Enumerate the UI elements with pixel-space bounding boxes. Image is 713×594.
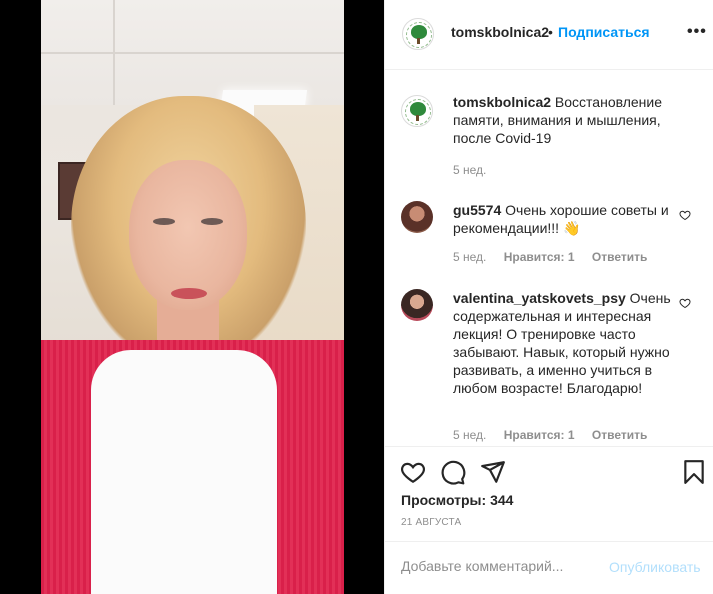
comment-text-block: valentina_yatskovets_psy Очень содержате…	[453, 289, 673, 397]
post-sidebar: tomskbolnica2 • Подписаться ••• tomskbol…	[384, 0, 713, 594]
comment-input[interactable]	[401, 558, 601, 574]
comment-like-heart-icon[interactable]	[679, 209, 691, 221]
video-person-eye-right	[201, 218, 223, 225]
logo-trunk	[416, 115, 419, 121]
caption-username[interactable]: tomskbolnica2	[453, 94, 551, 110]
bookmark-icon[interactable]	[681, 459, 707, 485]
comment-composer: Опубликовать	[385, 541, 713, 594]
comment-item: gu5574 Очень хорошие советы и рекомендац…	[401, 201, 701, 271]
logo-trunk	[417, 38, 420, 44]
comment-text-block: gu5574 Очень хорошие советы и рекомендац…	[453, 201, 673, 237]
comment-like-heart-icon[interactable]	[679, 297, 691, 309]
comment-reply-button[interactable]: Ответить	[592, 428, 647, 442]
comment-item: valentina_yatskovets_psy Очень содержате…	[401, 289, 701, 445]
comment-username[interactable]: gu5574	[453, 202, 501, 218]
views-label: Просмотры:	[401, 492, 487, 508]
caption-time[interactable]: 5 нед.	[453, 163, 486, 177]
header-separator: •	[548, 24, 553, 40]
post-header: tomskbolnica2 • Подписаться •••	[385, 0, 713, 70]
follow-button[interactable]: Подписаться	[558, 24, 650, 40]
post-date[interactable]: 21 АВГУСТА	[401, 517, 461, 528]
heart-icon[interactable]	[400, 459, 426, 485]
more-options-icon[interactable]: •••	[687, 23, 707, 41]
video-person-lips	[171, 288, 207, 299]
comment-username[interactable]: valentina_yatskovets_psy	[453, 290, 626, 306]
views-count: Просмотры: 344	[401, 492, 513, 508]
instagram-post-modal: tomskbolnica2 • Подписаться ••• tomskbol…	[0, 0, 713, 594]
views-value: 344	[490, 492, 514, 508]
comment-meta: 5 нед. Нравится: 1 Ответить	[453, 428, 661, 442]
comment-likes[interactable]: Нравится: 1	[504, 250, 575, 264]
share-icon[interactable]	[480, 459, 506, 485]
post-actions: Просмотры: 344 21 АВГУСТА	[385, 446, 713, 536]
publish-button[interactable]: Опубликовать	[609, 559, 701, 575]
comment-time[interactable]: 5 нед.	[453, 250, 486, 264]
account-username[interactable]: tomskbolnica2	[451, 24, 549, 40]
account-avatar[interactable]	[402, 18, 434, 50]
video-player[interactable]	[41, 0, 344, 594]
logo-tree-icon	[410, 102, 426, 116]
comment-avatar[interactable]	[401, 201, 433, 233]
video-person-face	[129, 160, 247, 310]
video-person-shirt	[91, 350, 277, 594]
comment-icon[interactable]	[440, 459, 466, 485]
comment-meta: 5 нед. Нравится: 1 Ответить	[453, 250, 661, 264]
comment-likes[interactable]: Нравится: 1	[504, 428, 575, 442]
comments-list[interactable]: tomskbolnica2 Восстановление памяти, вни…	[385, 71, 713, 445]
caption-text-block: tomskbolnica2 Восстановление памяти, вни…	[453, 93, 673, 147]
caption-meta: 5 нед.	[453, 163, 500, 177]
comment-reply-button[interactable]: Ответить	[592, 250, 647, 264]
comment-avatar[interactable]	[401, 289, 433, 321]
video-person-eye-left	[153, 218, 175, 225]
comment-time[interactable]: 5 нед.	[453, 428, 486, 442]
caption-avatar[interactable]	[401, 95, 433, 127]
logo-tree-icon	[411, 25, 427, 39]
video-pane	[0, 0, 384, 594]
caption-item: tomskbolnica2 Восстановление памяти, вни…	[401, 93, 701, 177]
